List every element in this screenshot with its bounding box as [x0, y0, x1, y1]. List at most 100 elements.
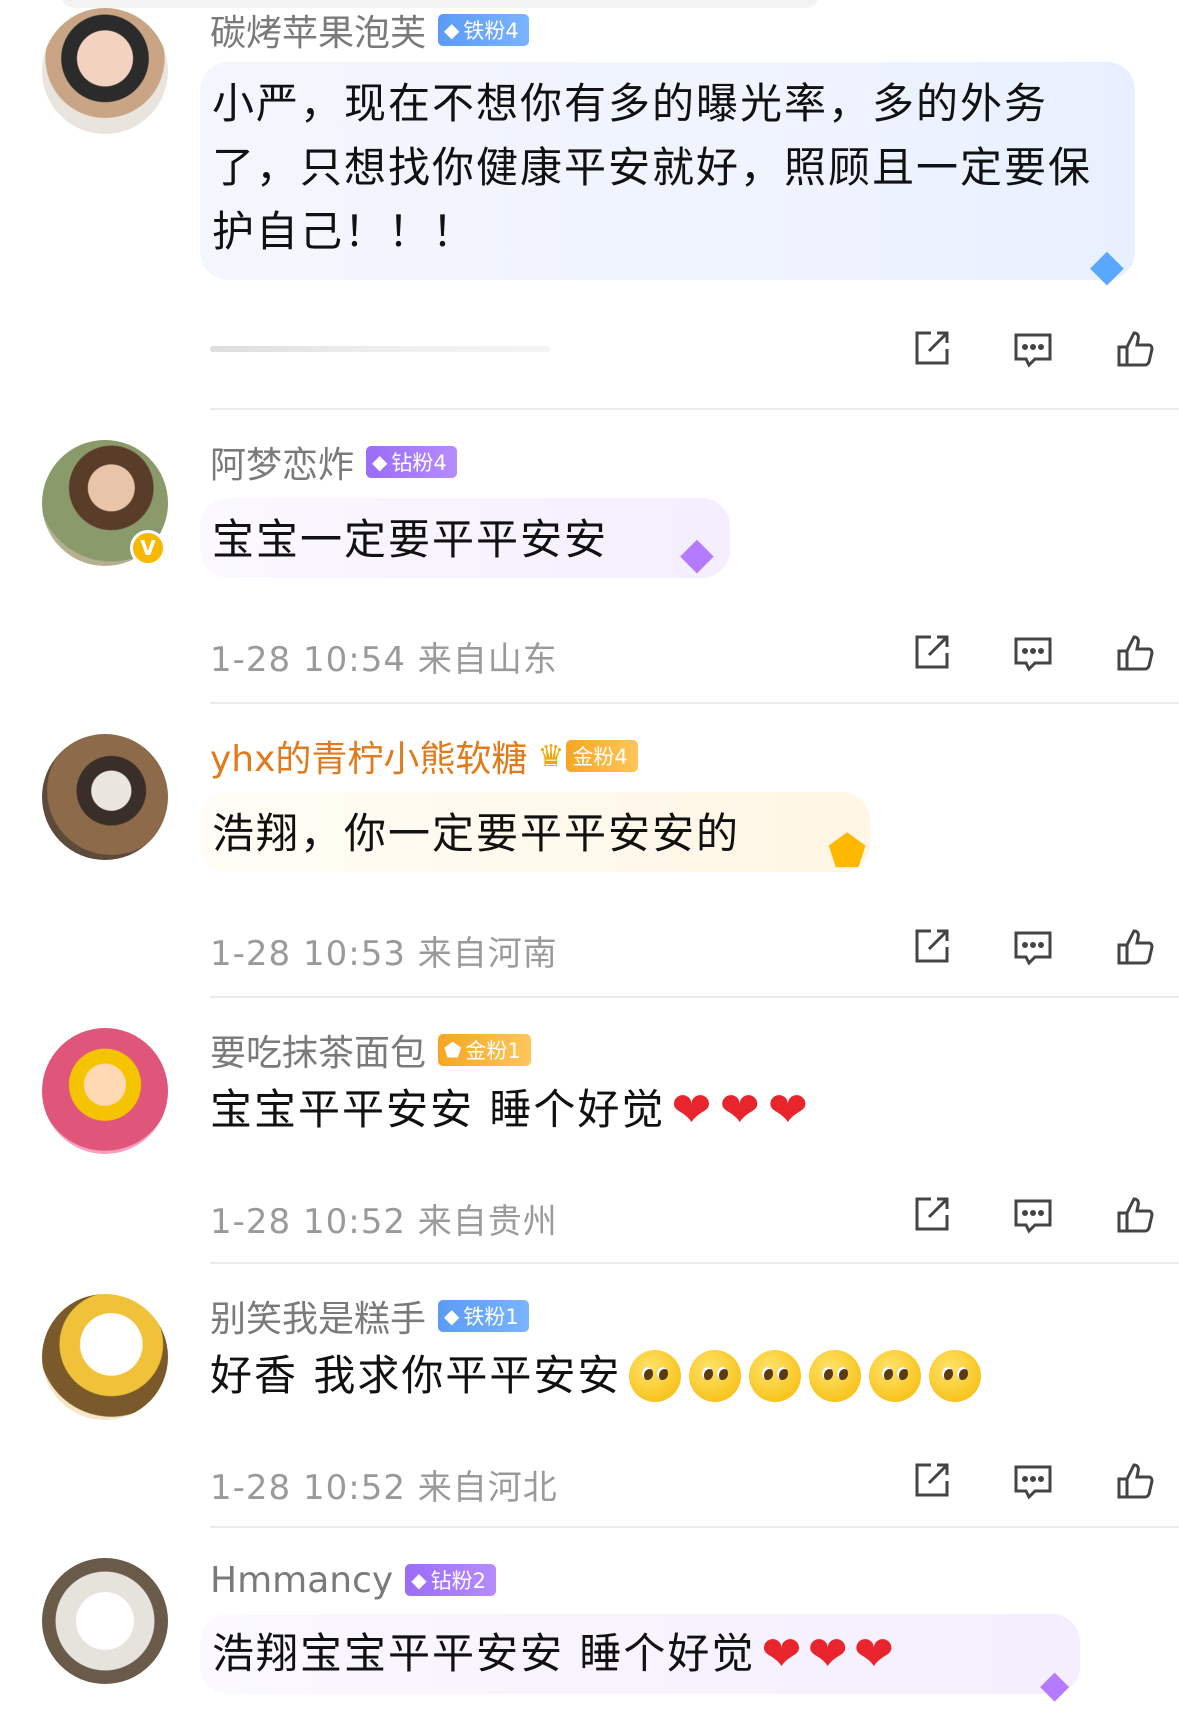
share-icon [915, 635, 949, 669]
username[interactable]: 阿梦恋炸 [210, 436, 354, 488]
timestamp: 1-28 10:52 [210, 1202, 406, 1242]
gem-icon: ⬟ [444, 1038, 462, 1062]
share-icon [915, 1197, 949, 1231]
share-icon [915, 331, 949, 365]
gem-icon: ◆ [372, 450, 388, 474]
comment-text[interactable]: 好香 我求你平平安安 [210, 1346, 982, 1406]
username[interactable]: Hmmancy [210, 1560, 393, 1601]
timestamp: 1-28 10:53 [210, 934, 406, 974]
reply-button[interactable] [982, 628, 1084, 678]
divider [210, 408, 1179, 410]
comment-icon [1014, 1465, 1052, 1500]
thumbs-up-icon [1117, 331, 1154, 367]
comment-text[interactable]: 宝宝平平安安 睡个好觉 ❤ ❤ ❤ [210, 1080, 810, 1140]
pleading-face-icon [869, 1350, 922, 1402]
comment-actions [880, 922, 1179, 972]
thumbs-up-icon [1117, 929, 1154, 965]
like-button[interactable] [1084, 324, 1179, 374]
comment-text: 浩翔宝宝平平安安 睡个好觉 [212, 1629, 756, 1678]
like-button[interactable] [1084, 1190, 1179, 1240]
comment-bubble[interactable]: 浩翔宝宝平平安安 睡个好觉 ❤ ❤ ❤ [200, 1614, 1080, 1694]
fan-badge: ◆ 铁粉1 [438, 1300, 529, 1332]
comment-actions [880, 1456, 1179, 1506]
comment-bubble[interactable]: 宝宝一定要平平安安 [200, 498, 730, 578]
share-button[interactable] [880, 628, 982, 678]
fan-badge: ◆ 钻粉2 [405, 1564, 496, 1596]
verified-badge: V [130, 530, 166, 566]
comment-actions [880, 324, 1179, 374]
crown-icon: ♛ [537, 738, 565, 774]
avatar[interactable] [42, 1558, 168, 1684]
comment-header: yhx的青柠小熊软糖 ♛ 金粉4 [210, 734, 638, 780]
share-icon [915, 1463, 949, 1497]
comment-bubble[interactable]: 小严，现在不想你有多的曝光率，多的外务了，只想找你健康平安就好，照顾且一定要保护… [200, 62, 1135, 280]
location: 来自贵州 [417, 1202, 558, 1242]
pleading-face-icon [809, 1350, 862, 1402]
username[interactable]: 别笑我是糕手 [210, 1290, 426, 1342]
comment-header: Hmmancy ◆ 钻粉2 [210, 1558, 496, 1602]
comment-header: 要吃抹茶面包 ⬟ 金粉1 [210, 1028, 531, 1074]
gem-icon: ⬟ [828, 826, 867, 877]
like-button[interactable] [1084, 1456, 1179, 1506]
thumbs-up-icon [1117, 635, 1154, 671]
fan-badge: ◆ 钻粉4 [366, 446, 457, 478]
gem-icon: ◆ [1090, 240, 1124, 291]
username[interactable]: yhx的青柠小熊软糖 [210, 730, 527, 782]
share-button[interactable] [880, 1190, 982, 1240]
timestamp: 1-28 10:54 [210, 640, 406, 680]
thumbs-up-icon [1117, 1197, 1154, 1233]
heart-icon: ❤ [671, 1082, 714, 1138]
heart-icon: ❤ [719, 1082, 762, 1138]
fan-badge: ◆ 铁粉4 [438, 14, 529, 46]
username[interactable]: 要吃抹茶面包 [210, 1024, 426, 1076]
comment-actions [880, 1190, 1179, 1240]
comment-icon [1014, 637, 1052, 672]
reply-button[interactable] [982, 1190, 1084, 1240]
blurred-meta [210, 346, 550, 352]
thumbs-up-icon [1117, 1463, 1154, 1499]
share-icon [915, 929, 949, 963]
comment-icon [1014, 931, 1052, 966]
comment-meta: 1-28 10:54 来自山东 [210, 632, 558, 681]
avatar[interactable] [42, 8, 168, 134]
comment-text: 宝宝一定要平平安安 [212, 515, 609, 564]
avatar[interactable] [42, 734, 168, 860]
pleading-face-icon [929, 1350, 982, 1402]
comment-actions [880, 628, 1179, 678]
reply-button[interactable] [982, 922, 1084, 972]
heart-icon: ❤ [853, 1626, 895, 1682]
comment-text: 小严，现在不想你有多的曝光率，多的外务了，只想找你健康平安就好，照顾且一定要保护… [212, 79, 1093, 256]
comment-icon [1014, 1199, 1052, 1234]
divider [210, 996, 1179, 998]
gem-icon: ◆ [444, 18, 460, 42]
pleading-face-icon [629, 1350, 682, 1402]
share-button[interactable] [880, 324, 982, 374]
username[interactable]: 碳烤苹果泡芙 [210, 4, 426, 56]
comment-meta: 1-28 10:52 来自贵州 [210, 1194, 558, 1243]
gem-icon: ◆ [444, 1304, 460, 1328]
pleading-face-icon [689, 1350, 742, 1402]
avatar[interactable] [42, 1294, 168, 1420]
avatar[interactable] [42, 1028, 168, 1154]
heart-icon: ❤ [807, 1626, 848, 1682]
comment-text: 浩翔，你一定要平平安安的 [212, 809, 741, 858]
divider [210, 702, 1179, 704]
location: 来自山东 [417, 640, 558, 680]
reply-button[interactable] [982, 1456, 1084, 1506]
like-button[interactable] [1084, 922, 1179, 972]
heart-icon: ❤ [767, 1082, 811, 1138]
comment-bubble[interactable]: 浩翔，你一定要平平安安的 [200, 792, 870, 872]
pleading-face-icon [749, 1350, 802, 1402]
reply-button[interactable] [982, 324, 1084, 374]
share-button[interactable] [880, 1456, 982, 1506]
share-button[interactable] [880, 922, 982, 972]
like-button[interactable] [1084, 628, 1179, 678]
comment-header: 碳烤苹果泡芙 ◆ 铁粉4 [210, 8, 529, 54]
previous-item-edge [60, 0, 820, 8]
comment-meta: 1-28 10:53 来自河南 [210, 926, 558, 975]
location: 来自河北 [417, 1468, 558, 1508]
fan-badge: ⬟ 金粉1 [438, 1034, 531, 1066]
gem-icon: ◆ [1040, 1662, 1070, 1706]
comment-meta: 1-28 10:52 来自河北 [210, 1460, 558, 1509]
gem-icon: ◆ [680, 528, 714, 579]
